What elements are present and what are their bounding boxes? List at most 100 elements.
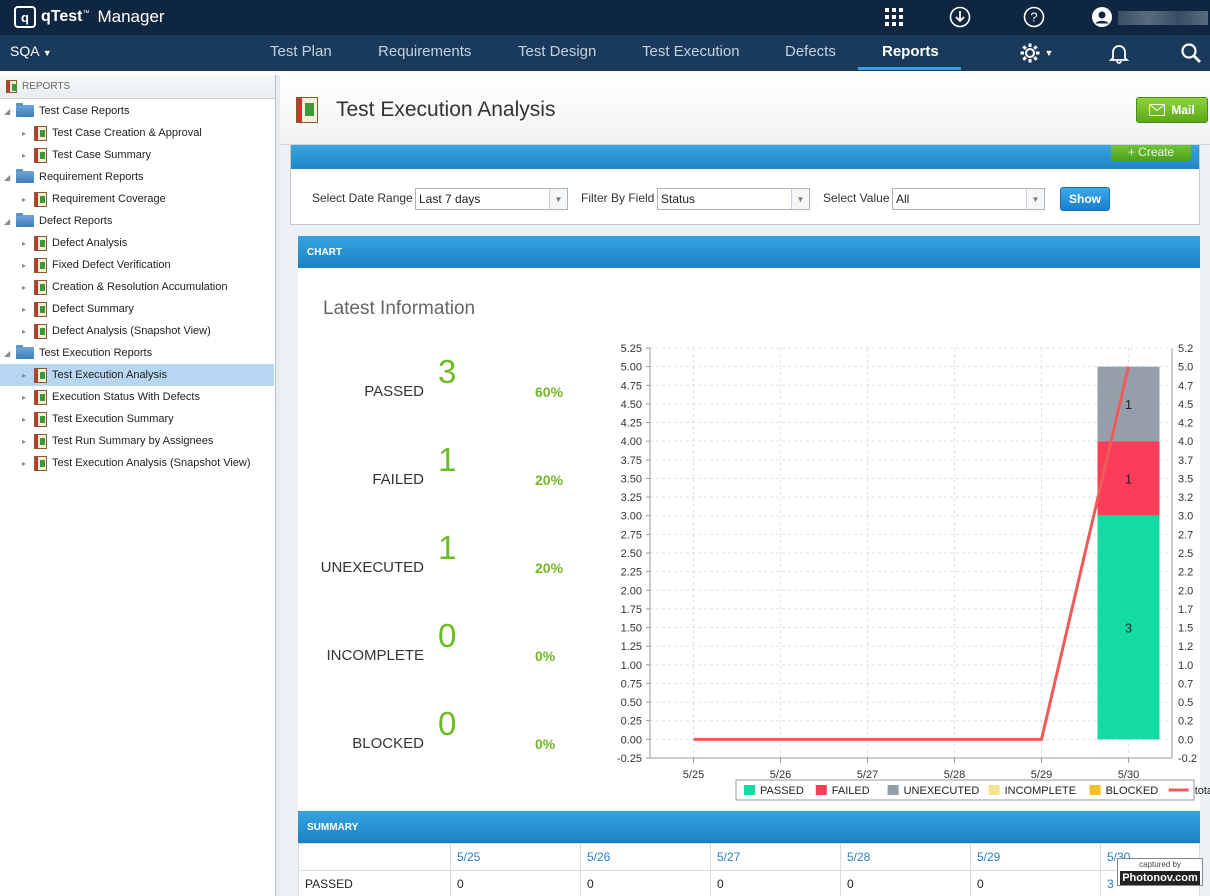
report-icon — [34, 367, 47, 383]
show-button[interactable]: Show — [1060, 187, 1110, 211]
tree-item-label: Test Execution Summary — [52, 413, 174, 425]
expanded-arrow-icon[interactable]: ◢ — [4, 217, 16, 226]
tab-test-plan[interactable]: Test Plan — [270, 43, 332, 60]
tree-item-test-execution-analysis-snapshot-view[interactable]: ▸ Test Execution Analysis (Snapshot View) — [0, 452, 274, 474]
select-value-label: Select Value — [823, 191, 890, 205]
mail-button[interactable]: Mail — [1136, 97, 1208, 123]
app-logo[interactable]: q qTest ™ Manager — [14, 5, 165, 29]
tab-test-design[interactable]: Test Design — [518, 43, 596, 60]
settings-gear-icon[interactable]: ▼ — [1016, 42, 1056, 64]
collapsed-arrow-icon[interactable]: ▸ — [22, 437, 34, 446]
help-icon[interactable]: ? — [1023, 6, 1045, 28]
report-icon — [34, 389, 47, 405]
tree-item-requirement-coverage[interactable]: ▸ Requirement Coverage — [0, 188, 274, 210]
collapsed-arrow-icon[interactable]: ▸ — [22, 151, 34, 160]
notifications-bell-icon[interactable] — [1108, 42, 1130, 64]
x-tick-label: 5/26 — [770, 769, 791, 781]
summary-cell: 0 — [450, 870, 581, 896]
collapsed-arrow-icon[interactable]: ▸ — [22, 371, 34, 380]
top-bar: q qTest ™ Manager ? — [0, 0, 1210, 35]
tree-item-label: Test Run Summary by Assignees — [52, 435, 214, 447]
status-label-blocked: BLOCKED — [352, 735, 424, 752]
filter-header-strip: + Create — [291, 145, 1199, 169]
folder-icon — [16, 103, 34, 117]
legend-swatch-unexecuted — [887, 785, 899, 795]
collapsed-arrow-icon[interactable]: ▸ — [22, 195, 34, 204]
legend-label-total: total — [1195, 785, 1210, 797]
status-percent-passed: 60% — [535, 384, 564, 400]
collapsed-arrow-icon[interactable]: ▸ — [22, 305, 34, 314]
status-count-failed: 1 — [438, 441, 457, 478]
tree-item-label: Test Case Summary — [52, 149, 152, 161]
collapsed-arrow-icon[interactable]: ▸ — [22, 327, 34, 336]
y-right-tick-label: 1.7 — [1178, 604, 1193, 616]
collapsed-arrow-icon[interactable]: ▸ — [22, 459, 34, 468]
user-avatar-icon[interactable] — [1091, 6, 1113, 28]
tree-item-fixed-defect-verification[interactable]: ▸ Fixed Defect Verification — [0, 254, 274, 276]
tab-reports[interactable]: Reports — [882, 43, 939, 60]
tree-item-defect-analysis[interactable]: ▸ Defect Analysis — [0, 232, 274, 254]
dropdown-arrow-icon: ▼ — [549, 189, 567, 209]
tree-item-test-execution-analysis[interactable]: ▸ Test Execution Analysis — [0, 364, 274, 386]
report-content: Test Execution Analysis Mail + Create Se… — [280, 75, 1210, 896]
tree-item-test-execution-summary[interactable]: ▸ Test Execution Summary — [0, 408, 274, 430]
y-right-tick-label: 4.2 — [1178, 418, 1193, 430]
create-button[interactable]: + Create — [1111, 145, 1191, 161]
y-tick-label: -0.25 — [617, 753, 642, 765]
project-selector[interactable]: SQA ▼ — [10, 43, 52, 59]
collapsed-arrow-icon[interactable]: ▸ — [22, 261, 34, 270]
page-title: Test Execution Analysis — [336, 98, 556, 121]
status-count-passed: 3 — [438, 353, 457, 390]
user-name-blurred[interactable] — [1118, 11, 1208, 25]
chart-panel: Latest Information PASSED 3 60% FAILED 1 20% U… — [298, 268, 1210, 810]
chart-panel-header: CHART — [298, 236, 1200, 268]
y-tick-label: 1.75 — [621, 604, 642, 616]
date-range-select[interactable]: Last 7 days ▼ — [415, 188, 568, 210]
legend-label-blocked: BLOCKED — [1106, 785, 1159, 797]
y-right-tick-label: 0.0 — [1178, 734, 1193, 746]
tree-item-execution-status-with-defects[interactable]: ▸ Execution Status With Defects — [0, 386, 274, 408]
download-icon[interactable] — [949, 6, 971, 28]
tree-item-label: Test Execution Analysis (Snapshot View) — [52, 457, 251, 469]
status-label-unexecuted: UNEXECUTED — [320, 559, 424, 576]
summary-col-header: 5/28 — [840, 843, 971, 871]
collapsed-arrow-icon[interactable]: ▸ — [22, 239, 34, 248]
status-percent-incomplete: 0% — [535, 648, 556, 664]
collapsed-arrow-icon[interactable]: ▸ — [22, 283, 34, 292]
tab-defects[interactable]: Defects — [785, 43, 836, 60]
expanded-arrow-icon[interactable]: ◢ — [4, 173, 16, 182]
legend-swatch-incomplete — [988, 785, 1000, 795]
report-book-icon — [296, 97, 318, 123]
summary-col-header — [298, 843, 451, 871]
tab-test-execution[interactable]: Test Execution — [642, 43, 740, 60]
tab-requirements[interactable]: Requirements — [378, 43, 471, 60]
tree-item-label: Test Case Creation & Approval — [52, 127, 202, 139]
expanded-arrow-icon[interactable]: ◢ — [4, 107, 16, 116]
bar-value-label: 1 — [1125, 397, 1132, 412]
tree-item-creation-resolution-accumulation[interactable]: ▸ Creation & Resolution Accumulation — [0, 276, 274, 298]
collapsed-arrow-icon[interactable]: ▸ — [22, 129, 34, 138]
tree-group-requirement-reports[interactable]: ◢ Requirement Reports — [4, 166, 274, 188]
filter-field-select[interactable]: Status ▼ — [657, 188, 810, 210]
tree-group-defect-reports[interactable]: ◢ Defect Reports — [4, 210, 274, 232]
collapsed-arrow-icon[interactable]: ▸ — [22, 393, 34, 402]
apps-grid-icon[interactable] — [883, 6, 905, 28]
tree-item-test-case-summary[interactable]: ▸ Test Case Summary — [0, 144, 274, 166]
report-title-bar: Test Execution Analysis Mail — [280, 75, 1210, 145]
expanded-arrow-icon[interactable]: ◢ — [4, 349, 16, 358]
tree-group-test-execution-reports[interactable]: ◢ Test Execution Reports — [4, 342, 274, 364]
tree-group-label: Test Case Reports — [39, 105, 130, 117]
tree-item-label: Test Execution Analysis — [52, 369, 167, 381]
select-value-select[interactable]: All ▼ — [892, 188, 1045, 210]
tree-item-test-case-creation-approval[interactable]: ▸ Test Case Creation & Approval — [0, 122, 274, 144]
tree-item-test-run-summary-by-assignees[interactable]: ▸ Test Run Summary by Assignees — [0, 430, 274, 452]
tree-item-defect-analysis-snapshot-view[interactable]: ▸ Defect Analysis (Snapshot View) — [0, 320, 274, 342]
tree-group-test-case-reports[interactable]: ◢ Test Case Reports — [4, 100, 274, 122]
status-label-passed: PASSED — [364, 383, 424, 400]
legend-swatch-passed — [744, 785, 755, 795]
search-icon[interactable] — [1180, 42, 1202, 64]
collapsed-arrow-icon[interactable]: ▸ — [22, 415, 34, 424]
x-tick-label: 5/29 — [1031, 769, 1052, 781]
tree-item-defect-summary[interactable]: ▸ Defect Summary — [0, 298, 274, 320]
select-value-value: All — [896, 192, 910, 206]
